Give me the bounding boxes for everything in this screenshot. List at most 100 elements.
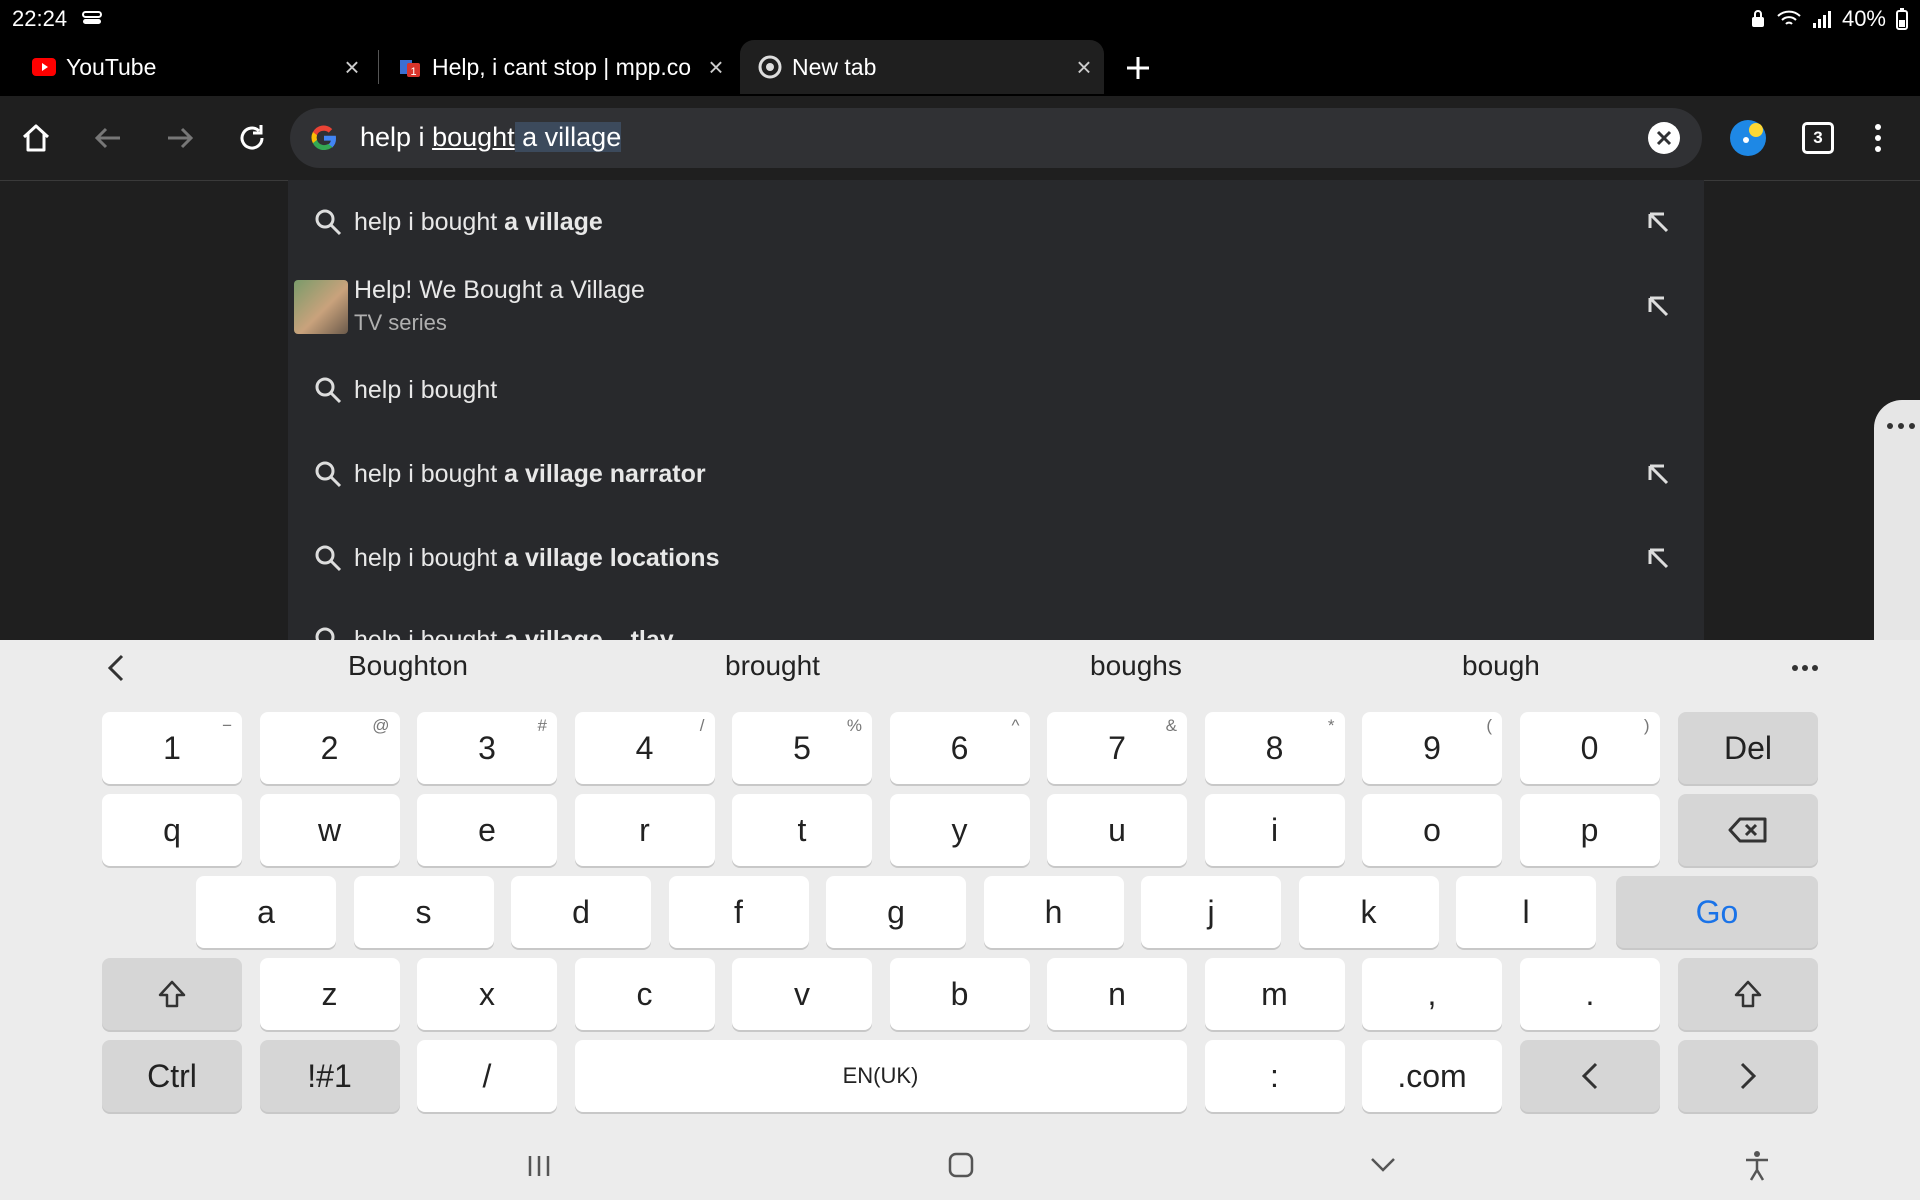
key-t[interactable]: t [732,794,872,866]
menu-button[interactable] [1856,116,1900,160]
key-i[interactable]: i [1204,794,1345,866]
key-0[interactable]: 0) [1519,712,1660,784]
key-z[interactable]: z [259,958,400,1030]
tab-mpp[interactable]: 1 Help, i cant stop | mpp.co × [380,40,736,94]
tab-count: 3 [1802,122,1834,154]
key-8[interactable]: 8 * [1204,712,1345,784]
ctrl-key[interactable]: Ctrl [102,1040,242,1112]
address-bar-text[interactable]: help i bought a village [360,122,622,153]
search-icon [308,202,348,242]
key-l[interactable]: l [1456,876,1596,948]
suggestion-item[interactable]: help i bought a village locations [288,518,1704,598]
suggestion-entity[interactable]: Help! We Bought a Village TV series [288,266,1704,346]
backspace-key[interactable] [1678,794,1818,866]
key-n[interactable]: n [1047,958,1187,1030]
recent-apps-icon[interactable] [526,1154,552,1178]
home-icon [22,124,50,152]
backspace-icon [1728,817,1767,843]
tab-switcher-button[interactable]: 3 [1796,116,1840,160]
suggestion-item[interactable]: help i bought a village [288,182,1704,262]
key-b[interactable]: b [889,958,1030,1030]
symbols-key[interactable]: !#1 [259,1040,400,1112]
key-6[interactable]: 6 ^ [889,712,1030,784]
go-key[interactable]: Go [1616,876,1818,948]
key-secondary-label: ^ [1011,716,1020,735]
key-o[interactable]: o [1362,794,1502,866]
battery-level: 40% [1841,6,1886,31]
home-icon[interactable] [948,1152,974,1178]
key-2[interactable]: 2 @ [259,712,400,784]
suggestion-item[interactable]: help i bought a village narrator [288,434,1704,514]
insert-suggestion-button[interactable] [1638,202,1678,242]
key-3[interactable]: 3 # [417,712,557,784]
key-1[interactable]: 1− [102,712,242,784]
reload-button[interactable] [230,116,274,160]
key-y[interactable]: y [889,794,1030,866]
new-tab-button[interactable] [1118,48,1158,88]
chevron-down-icon[interactable] [1370,1156,1396,1174]
space-key[interactable]: EN(UK) [574,1040,1187,1112]
key-7[interactable]: 7 & [1047,712,1187,784]
key-d[interactable]: d [511,876,651,948]
omnibox-suggestions: help i bought a village Help! We Bought … [288,180,1704,640]
key-label: v [794,975,810,1012]
delete-key[interactable]: Del [1678,712,1818,784]
forward-button[interactable] [158,116,202,160]
insert-suggestion-button[interactable] [1638,538,1678,578]
dotcom-key[interactable]: .com [1362,1040,1502,1112]
key-slash[interactable]: / [417,1040,557,1112]
key-label: f [734,893,743,930]
key-h[interactable]: h [983,876,1124,948]
suggestion-item[interactable]: help i bought a village ...tlay [288,600,1704,640]
key-label: 6 [950,729,969,766]
key-e[interactable]: e [417,794,557,866]
key-w[interactable]: w [259,794,400,866]
back-button[interactable] [86,116,130,160]
key-9[interactable]: 9( [1362,712,1502,784]
suggestion-item[interactable]: help i bought [288,350,1704,430]
key-secondary-label: & [1165,716,1177,735]
cursor-left-key[interactable] [1520,1040,1660,1112]
key-m[interactable]: m [1204,958,1345,1030]
close-icon[interactable]: × [1064,52,1104,83]
key-comma[interactable]: , [1362,958,1502,1030]
insert-suggestion-button[interactable] [1638,454,1678,494]
key-a[interactable]: a [196,876,336,948]
clear-input-button[interactable] [1648,122,1680,154]
key-c[interactable]: c [574,958,715,1030]
shift-key-left[interactable] [102,958,242,1030]
cursor-right-key[interactable] [1678,1040,1818,1112]
more-horizontal-icon [1887,423,1915,429]
key-g[interactable]: g [826,876,966,948]
key-k[interactable]: k [1298,876,1439,948]
notification-icon [82,11,102,24]
shift-key-right[interactable] [1678,958,1818,1030]
key-r[interactable]: r [574,794,715,866]
address-bar[interactable]: help i bought a village [290,108,1702,168]
close-icon[interactable]: × [696,52,736,83]
plus-icon [1127,57,1149,79]
key-v[interactable]: v [732,958,872,1030]
key-q[interactable]: q [102,794,242,866]
close-icon[interactable]: × [332,52,372,83]
key-j[interactable]: j [1141,876,1281,948]
profile-button[interactable] [1726,116,1770,160]
key-x[interactable]: x [417,958,557,1030]
key-colon[interactable]: : [1204,1040,1345,1112]
tab-new-tab[interactable]: New tab × [740,40,1104,94]
key-s[interactable]: s [353,876,494,948]
key-f[interactable]: f [668,876,809,948]
key-label: h [1044,893,1063,930]
suggestion-bold-text: a village narrator [504,460,706,488]
suggestion-bold-text: a village ...tlay [504,626,674,640]
key-4[interactable]: 4/ [574,712,715,784]
accessibility-icon[interactable] [1744,1150,1770,1182]
home-button[interactable] [14,116,58,160]
key-5[interactable]: 5% [732,712,872,784]
on-screen-keyboard: Boughton brought boughs bough 1−2 @3 #4/5%… [0,640,1920,1200]
insert-suggestion-button[interactable] [1638,286,1678,326]
tab-youtube[interactable]: YouTube × [14,40,372,94]
key-p[interactable]: p [1519,794,1660,866]
key-u[interactable]: u [1047,794,1187,866]
key-period[interactable]: . [1520,958,1660,1030]
